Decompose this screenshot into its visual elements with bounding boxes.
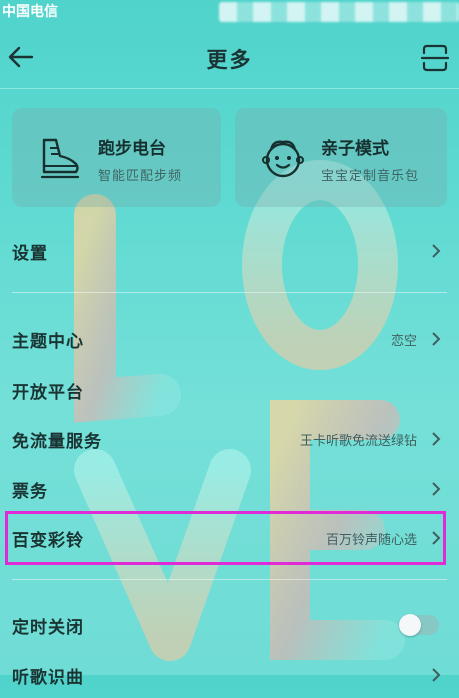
settings-row[interactable]: 设置 xyxy=(0,228,459,274)
theme-center-row[interactable]: 主题中心 恋空 xyxy=(0,316,459,362)
parent-child-mode-title: 亲子模式 xyxy=(321,139,389,159)
timer-off-label: 定时关闭 xyxy=(12,618,84,638)
chevron-right-icon xyxy=(432,332,441,346)
timer-off-row[interactable]: 定时关闭 xyxy=(0,602,459,648)
ringtone-label: 百变彩铃 xyxy=(12,531,84,551)
chevron-right-icon xyxy=(432,244,441,258)
running-shoe-icon xyxy=(40,138,80,179)
running-radio-title: 跑步电台 xyxy=(98,139,166,159)
song-recognition-label: 听歌识曲 xyxy=(12,668,84,688)
carrier-label: 中国电信 xyxy=(2,4,58,20)
tickets-label: 票务 xyxy=(12,482,48,502)
open-platform-label: 开放平台 xyxy=(12,383,84,403)
tickets-row[interactable]: 票务 xyxy=(0,466,459,512)
chevron-right-icon xyxy=(432,668,441,682)
page-title: 更多 xyxy=(206,48,253,72)
theme-center-value: 恋空 xyxy=(390,334,417,349)
running-radio-subtitle: 智能匹配步频 xyxy=(98,169,183,184)
top-bar: 更多 xyxy=(0,30,459,86)
timer-off-toggle[interactable] xyxy=(399,614,439,636)
status-bar: 中国电信 xyxy=(0,0,459,24)
ringtone-value: 百万铃声随心选 xyxy=(325,533,417,548)
chevron-right-icon xyxy=(432,482,441,496)
free-data-service-row[interactable]: 免流量服务 王卡听歌免流送绿钻 xyxy=(0,416,459,462)
toggle-knob xyxy=(399,614,421,636)
parent-child-mode-subtitle: 宝宝定制音乐包 xyxy=(321,169,420,184)
parent-child-mode-card[interactable]: 亲子模式 宝宝定制音乐包 xyxy=(235,108,447,207)
baby-face-icon xyxy=(262,140,304,178)
chevron-right-icon xyxy=(432,531,441,545)
section-divider xyxy=(12,292,447,293)
open-platform-row[interactable]: 开放平台 xyxy=(0,367,459,413)
scan-icon[interactable] xyxy=(419,42,451,74)
status-icons-blurred xyxy=(219,2,459,22)
song-recognition-row[interactable]: 听歌识曲 xyxy=(0,652,459,698)
ringtone-row[interactable]: 百变彩铃 百万铃声随心选 xyxy=(0,515,459,561)
chevron-right-icon xyxy=(432,432,441,446)
header-divider xyxy=(0,88,459,89)
free-data-service-label: 免流量服务 xyxy=(12,432,102,452)
theme-center-label: 主题中心 xyxy=(12,332,84,352)
section-divider xyxy=(12,579,447,580)
free-data-service-value: 王卡听歌免流送绿钻 xyxy=(299,434,417,449)
running-radio-card[interactable]: 跑步电台 智能匹配步频 xyxy=(12,108,221,207)
settings-label: 设置 xyxy=(12,244,48,264)
